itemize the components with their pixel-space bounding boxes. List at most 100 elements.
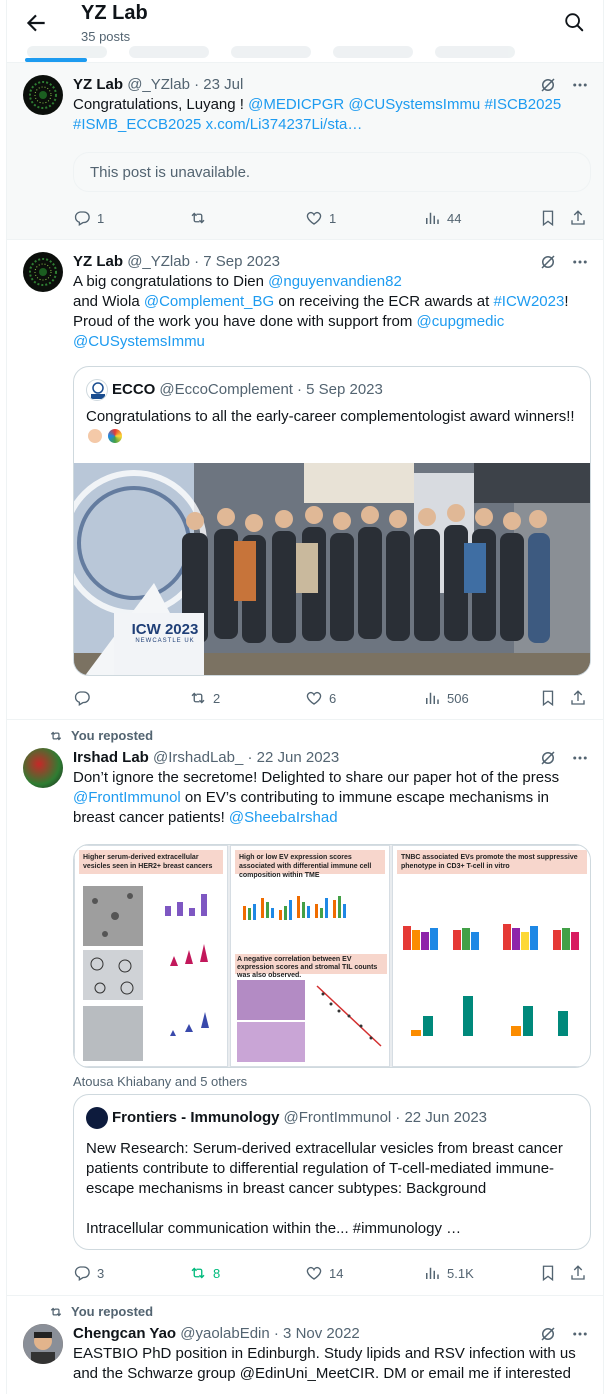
views-button[interactable]: 44 xyxy=(423,208,461,228)
quoted-post[interactable]: ECCO @EccoComplement · 5 Sep 2023 Congra… xyxy=(73,366,591,676)
repost-icon xyxy=(50,731,62,740)
author-handle[interactable]: @_YZlab xyxy=(127,253,190,270)
views-button[interactable]: 506 xyxy=(423,688,469,708)
reply-icon xyxy=(74,1266,90,1281)
author-handle[interactable]: @IrshadLab_ xyxy=(153,749,243,766)
like-button[interactable]: 6 xyxy=(305,688,336,708)
post-meta: YZ Lab @_YZlab · 7 Sep 2023 xyxy=(73,252,591,272)
share-icon xyxy=(571,1265,585,1280)
quoted-author-name[interactable]: Frontiers - Immunology xyxy=(112,1108,280,1128)
heart-icon xyxy=(306,211,322,225)
avatar[interactable] xyxy=(23,252,63,292)
post-1[interactable]: YZ Lab @_YZlab · 23 Jul Congratulations,… xyxy=(7,63,603,240)
repost-button[interactable] xyxy=(189,208,213,228)
url-link[interactable]: x.com/Li374237Li/sta… xyxy=(206,116,363,133)
share-button[interactable] xyxy=(569,688,587,708)
figure-panel-b: High or low EV expression scores associa… xyxy=(230,845,390,1067)
quoted-avatar[interactable] xyxy=(86,1107,108,1129)
post-4[interactable]: You reposted Chengcan Yao @yaolabEdin · … xyxy=(7,1296,603,1394)
author-name[interactable]: YZ Lab xyxy=(73,253,123,270)
post-date[interactable]: · 3 Nov 2022 xyxy=(274,1325,360,1342)
unavailable-post-card: This post is unavailable. xyxy=(73,152,591,192)
reply-button[interactable]: 1 xyxy=(73,208,104,228)
mention-link[interactable]: @nguyenvandien82 xyxy=(268,273,402,290)
figure-panel-a: Higher serum-derived extracellular vesic… xyxy=(74,845,228,1067)
hashtag-link[interactable]: #ICW2023 xyxy=(493,293,564,310)
reply-button[interactable]: 3 xyxy=(73,1263,104,1283)
post-meta: Irshad Lab @IrshadLab_ · 22 Jun 2023 xyxy=(73,748,591,768)
like-button[interactable]: 1 xyxy=(305,208,336,228)
repost-button[interactable]: 8 xyxy=(189,1263,220,1283)
quoted-text: Congratulations to all the early-career … xyxy=(86,407,578,447)
mention-link[interactable]: @MEDICPGR xyxy=(248,96,344,113)
share-button[interactable] xyxy=(569,208,587,228)
bookmark-icon xyxy=(542,210,554,227)
repost-indicator: You reposted xyxy=(49,728,153,743)
share-button[interactable] xyxy=(569,1263,587,1283)
view-count: 44 xyxy=(447,210,462,226)
avatar[interactable] xyxy=(23,748,63,788)
avatar[interactable] xyxy=(23,1324,63,1364)
post-date[interactable]: · 22 Jun 2023 xyxy=(248,749,340,766)
analytics-icon xyxy=(426,1267,439,1279)
tagged-people[interactable]: Atousa Khiabany and 5 others xyxy=(73,1074,247,1089)
mention-link[interactable]: @SheebaIrshad xyxy=(229,809,338,826)
bookmark-button[interactable] xyxy=(539,1263,557,1283)
quoted-author-name[interactable]: ECCO xyxy=(112,380,155,400)
repost-count: 8 xyxy=(213,1265,221,1281)
reply-icon xyxy=(74,691,90,706)
post-actions: 1 1 44 xyxy=(73,208,595,228)
post-2[interactable]: YZ Lab @_YZlab · 7 Sep 2023 A big congra… xyxy=(7,240,603,720)
post-3[interactable]: You reposted Irshad Lab @IrshadLab_ · 22… xyxy=(7,720,603,1296)
bookmark-button[interactable] xyxy=(539,208,557,228)
mention-link[interactable]: @FrontImmunol xyxy=(73,789,181,806)
hashtag-link[interactable]: #ISCB2025 xyxy=(484,96,561,113)
mention-link[interactable]: @Complement_BG xyxy=(144,293,274,310)
repost-icon xyxy=(191,1267,205,1279)
repost-icon xyxy=(50,1307,62,1316)
repost-button[interactable]: 2 xyxy=(189,688,220,708)
author-name[interactable]: YZ Lab xyxy=(73,76,123,93)
bookmark-button[interactable] xyxy=(539,688,557,708)
profile-tabs-blurred xyxy=(7,44,603,63)
mention-link[interactable]: @CUSystemsImmu xyxy=(348,96,480,113)
back-arrow-icon[interactable] xyxy=(23,10,49,36)
figure-panel-c: TNBC associated EVs promote the most sup… xyxy=(392,845,590,1067)
analytics-icon xyxy=(426,692,439,704)
post-text: Congratulations, Luyang ! @MEDICPGR @CUS… xyxy=(73,96,562,133)
paper-figure-image[interactable]: Higher serum-derived extracellular vesic… xyxy=(73,844,591,1068)
mention-link[interactable]: @CUSystemsImmu xyxy=(73,333,205,350)
search-icon[interactable] xyxy=(563,11,585,33)
reply-button[interactable] xyxy=(73,688,97,708)
hashtag-link[interactable]: #ISMB_ECCB2025 xyxy=(73,116,201,133)
reply-icon xyxy=(74,211,90,226)
quoted-date: · 22 Jun 2023 xyxy=(395,1109,488,1126)
quoted-post[interactable]: Frontiers - Immunology @FrontImmunol · 2… xyxy=(73,1094,591,1250)
analytics-icon xyxy=(426,212,439,224)
quoted-date: · 5 Sep 2023 xyxy=(296,381,383,398)
mention-link[interactable]: @cupgmedic xyxy=(417,313,505,330)
like-count: 14 xyxy=(329,1265,344,1281)
share-icon xyxy=(571,210,585,225)
avatar[interactable] xyxy=(23,75,63,115)
quoted-author-handle[interactable]: @EccoComplement xyxy=(159,380,293,400)
repost-icon xyxy=(191,692,205,704)
quoted-meta: ECCO @EccoComplement · 5 Sep 2023 xyxy=(86,379,383,401)
post-date[interactable]: · 7 Sep 2023 xyxy=(194,253,280,270)
figure-panel-b-subtitle: A negative correlation between EV expres… xyxy=(237,956,378,979)
quoted-avatar[interactable] xyxy=(86,379,108,401)
like-button[interactable]: 14 xyxy=(305,1263,343,1283)
views-button[interactable]: 5.1K xyxy=(423,1263,474,1283)
post-meta: YZ Lab @_YZlab · 23 Jul xyxy=(73,75,591,95)
repost-icon xyxy=(191,212,205,224)
author-handle[interactable]: @_YZlab xyxy=(127,76,190,93)
award-group-photo[interactable]: ICW 2023 NEWCASTLE UK xyxy=(74,463,590,675)
author-name[interactable]: Chengcan Yao xyxy=(73,1325,176,1342)
profile-header: YZ Lab 35 posts xyxy=(7,0,603,63)
post-date[interactable]: · 23 Jul xyxy=(194,76,243,93)
author-name[interactable]: Irshad Lab xyxy=(73,749,149,766)
timeline-column: YZ Lab 35 posts YZ Lab @_YZlab · 23 Jul … xyxy=(6,0,604,1394)
quoted-author-handle[interactable]: @FrontImmunol xyxy=(284,1108,392,1128)
author-handle[interactable]: @yaolabEdin xyxy=(180,1325,269,1342)
repost-count: 2 xyxy=(213,690,221,706)
